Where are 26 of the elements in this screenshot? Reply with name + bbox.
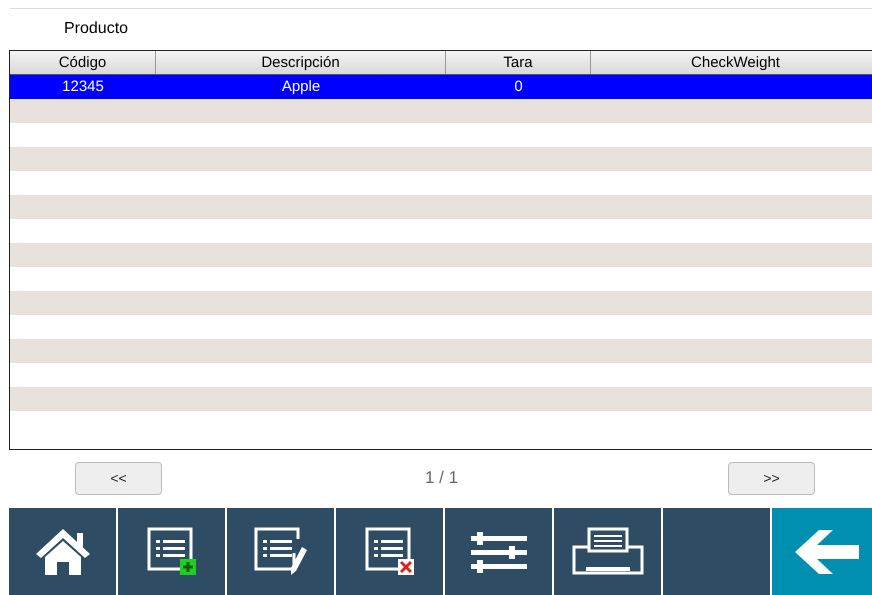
column-header[interactable]: CheckWeight bbox=[591, 51, 872, 74]
table-row[interactable]: 12345 Apple 0 bbox=[10, 75, 872, 99]
list-pencil-button[interactable] bbox=[227, 508, 334, 595]
table-cell: Apple bbox=[282, 78, 320, 95]
sliders-icon bbox=[470, 530, 526, 574]
previous-page-button[interactable]: << bbox=[75, 462, 162, 494]
home-button[interactable] bbox=[9, 508, 116, 595]
page-indicator: 1 / 1 bbox=[425, 468, 460, 488]
table-cell: 12345 bbox=[62, 78, 104, 95]
left-arrow-icon bbox=[795, 530, 859, 574]
page-title: Producto bbox=[64, 19, 130, 39]
list-pencil-icon bbox=[254, 526, 308, 576]
column-header[interactable]: Descripción bbox=[156, 51, 446, 74]
sliders-button[interactable] bbox=[445, 508, 552, 595]
list-delete-button[interactable] bbox=[336, 508, 443, 595]
printer-icon bbox=[572, 526, 644, 576]
table-cell: 0 bbox=[514, 78, 523, 95]
column-header[interactable]: Código bbox=[10, 51, 156, 74]
printer-button[interactable] bbox=[554, 508, 661, 595]
next-page-button[interactable]: >> bbox=[728, 462, 815, 494]
list-add-button[interactable] bbox=[118, 508, 225, 595]
column-header[interactable]: Tara bbox=[446, 51, 591, 74]
list-delete-icon bbox=[364, 526, 414, 576]
left-arrow-button[interactable] bbox=[772, 508, 872, 595]
list-add-icon bbox=[146, 526, 196, 576]
home-icon bbox=[34, 526, 92, 576]
